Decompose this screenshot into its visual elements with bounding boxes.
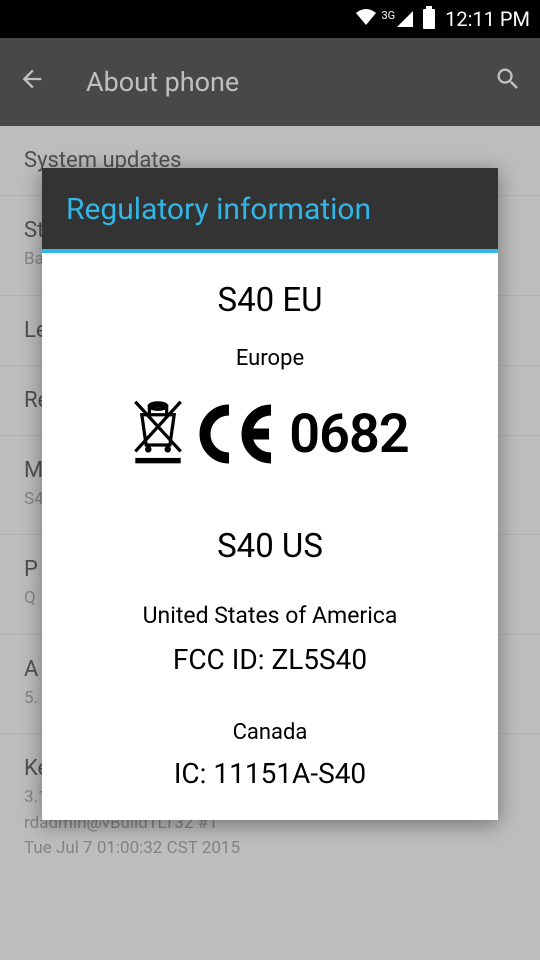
model-eu: S40 EU [62,281,478,320]
wifi-icon [355,8,377,30]
ce-number: 0682 [289,403,408,466]
dialog-body[interactable]: S40 EU Europe [42,253,498,820]
regulatory-dialog: Regulatory information S40 EU Europe [42,168,498,820]
fcc-id: FCC ID: ZL5S40 [62,643,478,676]
ce-row: 0682 [62,397,478,471]
region-us: United States of America [62,602,478,629]
dialog-header: Regulatory information [42,168,498,253]
ic-id: IC: 11151A-S40 [62,757,478,790]
clock: 12:11 PM [445,7,530,31]
region-ca: Canada [62,720,478,745]
battery-icon [423,9,435,29]
status-icons: 3G 12:11 PM [355,7,530,31]
status-bar: 3G 12:11 PM [0,0,540,38]
dialog-title: Regulatory information [66,192,474,227]
region-eu: Europe [62,346,478,371]
signal-icon [397,11,413,27]
network-type: 3G [381,9,395,22]
ce-mark: 0682 [199,403,408,466]
weee-icon [131,397,185,471]
model-us: S40 US [62,527,478,566]
